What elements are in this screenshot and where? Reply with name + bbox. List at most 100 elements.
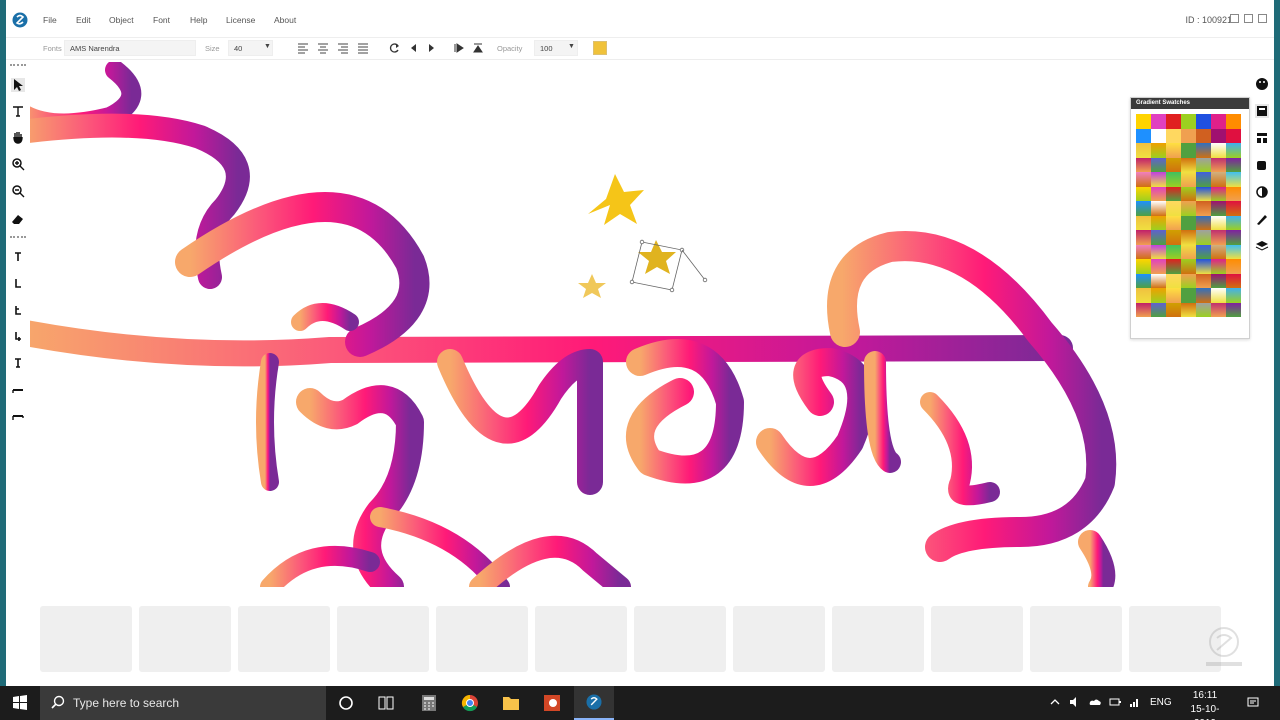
thumbnail-slot[interactable] [40, 606, 132, 672]
text-tool-icon[interactable] [11, 104, 25, 118]
glyph-tool-3-icon[interactable] [11, 303, 25, 317]
gradient-swatch[interactable] [1136, 143, 1151, 158]
gradient-swatch[interactable] [1181, 186, 1196, 201]
gradient-swatch[interactable] [1211, 259, 1226, 274]
thumbnail-slot[interactable] [634, 606, 726, 672]
align-right-icon[interactable] [337, 42, 349, 54]
gradient-swatch[interactable] [1181, 128, 1196, 143]
glyph-tool-1-icon[interactable] [11, 250, 25, 264]
gradient-swatch[interactable] [1196, 230, 1211, 245]
gradient-swatch[interactable] [1226, 157, 1241, 172]
gradient-swatch[interactable] [1196, 143, 1211, 158]
gradient-swatch[interactable] [1211, 288, 1226, 303]
powerpoint-icon[interactable] [532, 686, 572, 720]
gradient-swatch[interactable] [1166, 302, 1181, 317]
taskbar-search-box[interactable]: Type here to search [40, 686, 326, 720]
gradient-swatch[interactable] [1151, 302, 1166, 317]
gradient-swatch[interactable] [1166, 273, 1181, 288]
gradient-swatch[interactable] [1136, 230, 1151, 245]
thumbnail-slot[interactable] [931, 606, 1023, 672]
gradient-swatch[interactable] [1181, 288, 1196, 303]
gradient-swatch[interactable] [1151, 186, 1166, 201]
brush-icon[interactable] [1255, 212, 1269, 226]
gradient-swatch[interactable] [1226, 244, 1241, 259]
gradient-swatch[interactable] [1226, 172, 1241, 187]
thumbnail-slot[interactable] [733, 606, 825, 672]
gradient-swatch[interactable] [1136, 201, 1151, 216]
gradient-swatch[interactable] [1151, 172, 1166, 187]
artwork-svg[interactable] [30, 62, 1150, 587]
menu-object[interactable]: Object [109, 15, 134, 25]
gradient-swatch[interactable] [1226, 230, 1241, 245]
notifications-icon[interactable] [1246, 695, 1260, 709]
gradient-swatch[interactable] [1226, 273, 1241, 288]
glyph-tool-5-icon[interactable] [11, 356, 25, 370]
gradient-swatch[interactable] [1151, 259, 1166, 274]
battery-icon[interactable] [1108, 695, 1122, 709]
calculator-icon[interactable] [409, 686, 449, 720]
gradient-swatch[interactable] [1166, 244, 1181, 259]
close-button[interactable] [1258, 14, 1267, 23]
shapes-icon[interactable] [1255, 158, 1269, 172]
gradient-swatch[interactable] [1136, 302, 1151, 317]
gradient-swatches-icon[interactable] [1255, 104, 1269, 118]
gradient-swatch[interactable] [1136, 157, 1151, 172]
gradient-swatch[interactable] [1136, 186, 1151, 201]
zoom-in-icon[interactable] [11, 157, 25, 171]
gradient-swatch[interactable] [1136, 288, 1151, 303]
glyph-tool-2-icon[interactable] [11, 276, 25, 290]
gradient-swatch[interactable] [1211, 230, 1226, 245]
maximize-button[interactable] [1244, 14, 1253, 23]
gradient-swatch[interactable] [1196, 128, 1211, 143]
gradient-swatch[interactable] [1226, 186, 1241, 201]
thumbnail-slot[interactable] [832, 606, 924, 672]
gradient-swatch[interactable] [1151, 128, 1166, 143]
gradient-swatch[interactable] [1136, 244, 1151, 259]
gradient-swatch[interactable] [1211, 201, 1226, 216]
cloud-icon[interactable] [1088, 695, 1102, 709]
gradient-swatch[interactable] [1211, 244, 1226, 259]
minimize-button[interactable] [1230, 14, 1239, 23]
task-view-icon[interactable] [366, 686, 406, 720]
gradient-swatch[interactable] [1226, 259, 1241, 274]
align-justify-icon[interactable] [357, 42, 369, 54]
select-tool-icon[interactable] [11, 78, 25, 92]
gradient-swatch[interactable] [1181, 157, 1196, 172]
gradient-swatch[interactable] [1166, 186, 1181, 201]
gradient-swatch[interactable] [1226, 128, 1241, 143]
gradient-swatch[interactable] [1136, 172, 1151, 187]
gradient-swatch[interactable] [1196, 172, 1211, 187]
gradient-swatch[interactable] [1196, 259, 1211, 274]
gradient-swatch[interactable] [1196, 302, 1211, 317]
thumbnail-slot[interactable] [436, 606, 528, 672]
thumbnail-slot[interactable] [139, 606, 231, 672]
glyph-tool-7-icon[interactable] [11, 410, 25, 424]
gradient-swatch[interactable] [1181, 143, 1196, 158]
flip-vertical-icon[interactable] [472, 42, 484, 54]
menu-edit[interactable]: Edit [76, 15, 91, 25]
gradient-swatch[interactable] [1181, 114, 1196, 129]
gradient-swatch[interactable] [1166, 172, 1181, 187]
eraser-tool-icon[interactable] [11, 212, 25, 226]
gradient-swatch[interactable] [1211, 302, 1226, 317]
gradient-swatch[interactable] [1181, 302, 1196, 317]
gradient-swatch[interactable] [1196, 157, 1211, 172]
gradient-swatch[interactable] [1151, 288, 1166, 303]
menu-about[interactable]: About [274, 15, 296, 25]
gradient-swatch[interactable] [1196, 273, 1211, 288]
gradient-swatch[interactable] [1226, 288, 1241, 303]
gradient-swatch[interactable] [1151, 201, 1166, 216]
gradient-swatch[interactable] [1136, 259, 1151, 274]
app-logo-icon[interactable] [12, 11, 28, 29]
gradient-swatch[interactable] [1211, 114, 1226, 129]
menu-font[interactable]: Font [153, 15, 170, 25]
gradient-swatch[interactable] [1136, 215, 1151, 230]
gradient-swatch[interactable] [1181, 201, 1196, 216]
gradient-swatch[interactable] [1166, 215, 1181, 230]
menu-license[interactable]: License [226, 15, 255, 25]
gradient-swatch[interactable] [1136, 273, 1151, 288]
gradient-swatch[interactable] [1166, 157, 1181, 172]
gradient-swatch[interactable] [1166, 288, 1181, 303]
menu-file[interactable]: File [43, 15, 57, 25]
layout-icon[interactable] [1255, 131, 1269, 145]
